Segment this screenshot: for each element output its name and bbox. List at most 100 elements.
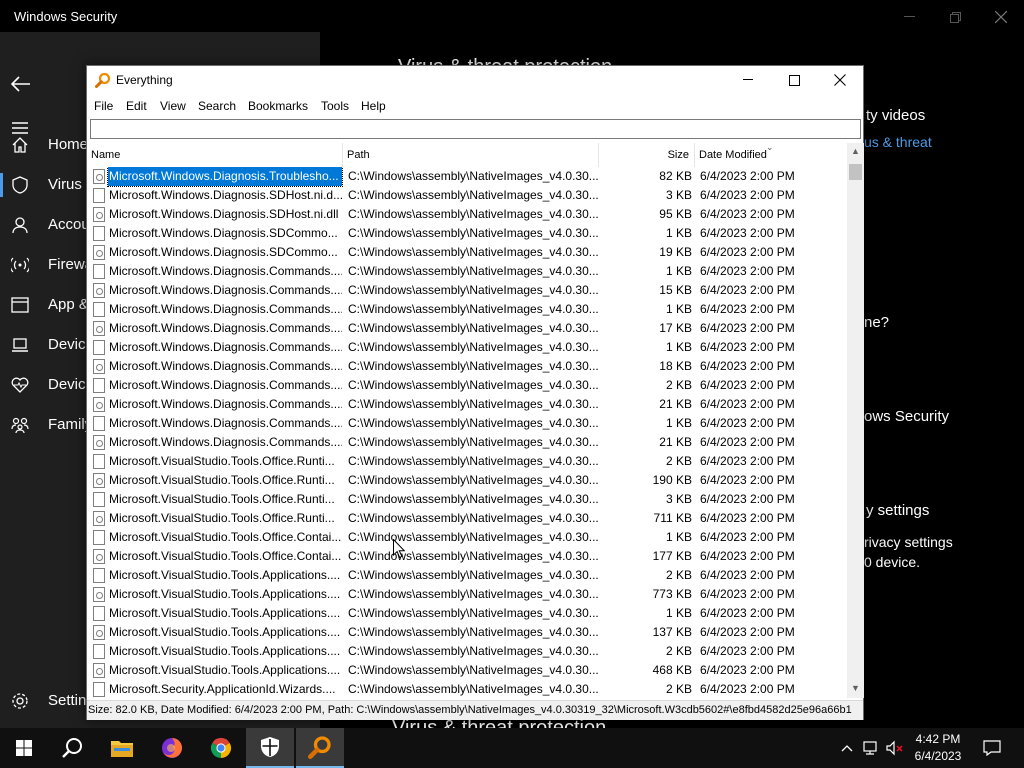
result-size: 468 KB (652, 663, 692, 677)
result-path: C:\Windows\assembly\NativeImages_v4.0.30… (348, 416, 598, 430)
result-path: C:\Windows\assembly\NativeImages_v4.0.30… (348, 587, 598, 601)
result-name: Microsoft.Windows.Diagnosis.SDHost.ni.d.… (109, 188, 342, 202)
taskbar-firefox[interactable] (148, 728, 196, 768)
taskbar-everything[interactable] (296, 728, 344, 768)
result-row[interactable]: Microsoft.VisualStudio.Tools.Application… (87, 623, 847, 642)
start-button[interactable] (0, 728, 48, 768)
file-icon (93, 188, 105, 203)
result-row[interactable]: Microsoft.Windows.Diagnosis.Commands....… (87, 376, 847, 395)
result-row[interactable]: Microsoft.Windows.Diagnosis.Commands....… (87, 319, 847, 338)
menu-bookmarks[interactable]: Bookmarks (248, 99, 308, 113)
result-size: 82 KB (659, 169, 692, 183)
taskbar: 4:42 PM 6/4/2023 (0, 728, 1024, 768)
result-row[interactable]: Microsoft.VisualStudio.Tools.Application… (87, 642, 847, 661)
result-row[interactable]: Microsoft.Windows.Diagnosis.Troublesho..… (87, 167, 847, 187)
result-row[interactable]: Microsoft.Windows.Diagnosis.Commands....… (87, 414, 847, 433)
result-name: Microsoft.VisualStudio.Tools.Application… (109, 568, 341, 582)
result-size: 19 KB (659, 245, 692, 259)
result-row[interactable]: Microsoft.Security.ApplicationId.Wizards… (87, 680, 847, 699)
menu-view[interactable]: View (160, 99, 186, 113)
scroll-up-arrow-icon[interactable]: ▲ (847, 143, 864, 160)
ws-minimize-button[interactable] (886, 4, 932, 30)
ws-close-button[interactable] (978, 4, 1024, 30)
result-size: 2 KB (665, 682, 692, 696)
column-header-path[interactable]: Path (343, 143, 599, 167)
ws-restore-button[interactable] (932, 4, 978, 30)
search-input[interactable] (90, 119, 861, 139)
gear-icon (10, 691, 30, 711)
column-header-size[interactable]: Size (599, 143, 695, 167)
taskbar-chrome[interactable] (197, 728, 245, 768)
menu-file[interactable]: File (94, 99, 113, 113)
result-path: C:\Windows\assembly\NativeImages_v4.0.30… (348, 663, 598, 677)
volume-tray-button[interactable] (885, 738, 905, 758)
result-row[interactable]: Microsoft.Windows.Diagnosis.SDHost.ni.dl… (87, 205, 847, 224)
result-size: 1 KB (665, 302, 692, 316)
back-button[interactable] (8, 72, 34, 96)
result-row[interactable]: Microsoft.Windows.Diagnosis.Commands....… (87, 262, 847, 281)
scrollbar-thumb[interactable] (849, 164, 862, 180)
file-icon (93, 644, 105, 659)
scroll-down-arrow-icon[interactable]: ▼ (847, 680, 864, 697)
taskbar-search-button[interactable] (48, 728, 96, 768)
result-size: 177 KB (652, 549, 692, 563)
show-hidden-icons-button[interactable] (837, 738, 857, 758)
taskbar-windows-security[interactable] (246, 728, 294, 768)
maximize-icon (788, 74, 800, 86)
result-row[interactable]: Microsoft.VisualStudio.Tools.Office.Cont… (87, 547, 847, 566)
action-center-button[interactable] (982, 738, 1002, 758)
menu-tools[interactable]: Tools (321, 99, 349, 113)
taskbar-clock[interactable]: 4:42 PM 6/4/2023 (906, 731, 970, 765)
result-row[interactable]: Microsoft.Windows.Diagnosis.Commands....… (87, 338, 847, 357)
result-row[interactable]: Microsoft.Windows.Diagnosis.Commands....… (87, 395, 847, 414)
dll-file-icon (93, 625, 105, 640)
result-date-modified: 6/4/2023 2:00 PM (700, 283, 795, 297)
minimize-button[interactable] (725, 66, 771, 94)
result-row[interactable]: Microsoft.Windows.Diagnosis.Commands....… (87, 433, 847, 452)
result-row[interactable]: Microsoft.Windows.Diagnosis.SDHost.ni.d.… (87, 186, 847, 205)
dll-file-icon (93, 207, 105, 222)
menu-search[interactable]: Search (198, 99, 236, 113)
result-name: Microsoft.Windows.Diagnosis.Commands.... (109, 359, 342, 373)
result-size: 137 KB (652, 625, 692, 639)
result-row[interactable]: Microsoft.VisualStudio.Tools.Application… (87, 604, 847, 623)
ws-virus-threat-link[interactable]: us & threat (864, 134, 932, 150)
menu-edit[interactable]: Edit (126, 99, 147, 113)
heart-pulse-icon (10, 375, 30, 395)
result-size: 190 KB (652, 473, 692, 487)
taskbar-file-explorer[interactable] (98, 728, 146, 768)
result-date-modified: 6/4/2023 2:00 PM (700, 625, 795, 639)
ws-device-text: 0 device. (864, 554, 921, 570)
close-button[interactable] (817, 66, 863, 94)
dll-file-icon (93, 663, 105, 678)
result-date-modified: 6/4/2023 2:00 PM (700, 226, 795, 240)
result-row[interactable]: Microsoft.VisualStudio.Tools.Application… (87, 585, 847, 604)
maximize-button[interactable] (771, 66, 817, 94)
vertical-scrollbar[interactable]: ▲ ▼ (847, 143, 864, 698)
result-name: Microsoft.VisualStudio.Tools.Office.Runt… (109, 454, 335, 468)
result-row[interactable]: Microsoft.Windows.Diagnosis.Commands....… (87, 300, 847, 319)
result-row[interactable]: Microsoft.VisualStudio.Tools.Office.Runt… (87, 452, 847, 471)
result-row[interactable]: Microsoft.VisualStudio.Tools.Office.Cont… (87, 528, 847, 547)
everything-titlebar[interactable]: Everything (87, 66, 863, 96)
column-header: Name Path Size Date Modified ⌄ (87, 143, 847, 167)
result-row[interactable]: Microsoft.VisualStudio.Tools.Application… (87, 661, 847, 680)
network-tray-button[interactable] (861, 738, 881, 758)
result-row[interactable]: Microsoft.VisualStudio.Tools.Office.Runt… (87, 509, 847, 528)
result-row[interactable]: Microsoft.Windows.Diagnosis.SDCommo... C:… (87, 224, 847, 243)
result-path: C:\Windows\assembly\NativeImages_v4.0.30… (348, 302, 598, 316)
result-row[interactable]: Microsoft.VisualStudio.Tools.Application… (87, 566, 847, 585)
result-path: C:\Windows\assembly\NativeImages_v4.0.30… (348, 511, 598, 525)
column-header-name[interactable]: Name (87, 143, 343, 167)
ws-nav-label: Settin (48, 692, 87, 709)
menu-help[interactable]: Help (361, 99, 386, 113)
result-name: Microsoft.VisualStudio.Tools.Application… (109, 663, 341, 677)
dll-file-icon (93, 359, 105, 374)
start-windows-icon (16, 740, 32, 756)
result-row[interactable]: Microsoft.Windows.Diagnosis.Commands....… (87, 281, 847, 300)
result-row[interactable]: Microsoft.Windows.Diagnosis.SDCommo... C:… (87, 243, 847, 262)
result-name: Microsoft.Windows.Diagnosis.Commands.... (109, 283, 342, 297)
result-row[interactable]: Microsoft.VisualStudio.Tools.Office.Runt… (87, 471, 847, 490)
result-row[interactable]: Microsoft.Windows.Diagnosis.Commands....… (87, 357, 847, 376)
result-row[interactable]: Microsoft.VisualStudio.Tools.Office.Runt… (87, 490, 847, 509)
